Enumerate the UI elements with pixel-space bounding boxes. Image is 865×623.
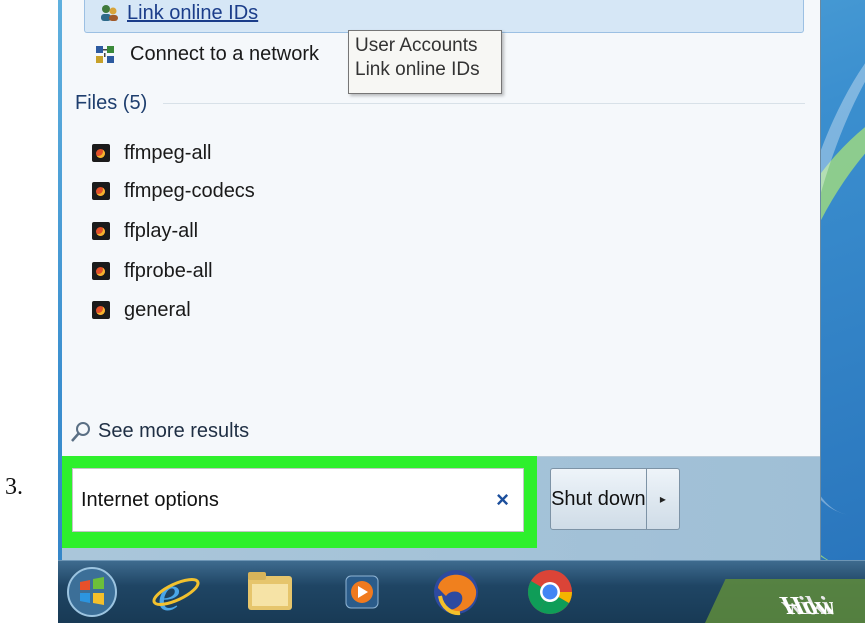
taskbar: e wiki How	[58, 560, 865, 623]
result-link-online-ids[interactable]: Link online IDs	[84, 0, 804, 33]
firefox-icon[interactable]	[430, 566, 482, 618]
media-player-icon[interactable]	[336, 566, 388, 618]
result-link-online-ids-label: Link online IDs	[127, 2, 259, 24]
file-result-label: ffmpeg-all	[124, 141, 212, 164]
file-result-item[interactable]: ffprobe-all	[92, 256, 213, 286]
tooltip: User Accounts Link online IDs	[348, 30, 502, 94]
files-section-header: Files (5)	[75, 92, 805, 115]
wikihow-watermark: wiki How	[705, 579, 865, 623]
file-result-label: ffplay-all	[124, 219, 199, 242]
file-result-item[interactable]: ffmpeg-all	[92, 138, 211, 168]
file-result-label: ffmpeg-codecs	[124, 179, 255, 202]
see-more-results-label: See more results	[98, 420, 250, 442]
result-connect-network[interactable]: Connect to a network	[94, 39, 319, 69]
ffmpeg-file-icon	[92, 182, 110, 200]
result-connect-network-label: Connect to a network	[130, 42, 319, 65]
network-icon	[96, 46, 114, 63]
magnifier-icon	[71, 421, 90, 442]
file-result-item[interactable]: ffplay-all	[92, 216, 198, 246]
file-result-label: general	[124, 298, 191, 321]
tooltip-line-1: User Accounts	[355, 35, 478, 56]
shutdown-control: Shut down ▸	[550, 468, 680, 532]
file-result-label: ffprobe-all	[124, 259, 213, 282]
shutdown-button[interactable]: Shut down	[550, 468, 647, 530]
search-results-pane: Link online IDs Connect to a network Use…	[62, 0, 820, 457]
chrome-icon[interactable]	[524, 566, 576, 618]
shutdown-options-arrow-icon[interactable]: ▸	[646, 468, 680, 530]
tooltip-line-2: Link online IDs	[355, 59, 480, 80]
ffmpeg-file-icon	[92, 144, 110, 162]
see-more-results-link[interactable]: See more results	[70, 420, 249, 443]
search-input[interactable]: Internet options ×	[72, 468, 524, 532]
file-result-item[interactable]: ffmpeg-codecs	[92, 176, 255, 206]
ffmpeg-file-icon	[92, 301, 110, 319]
search-highlight-frame: Internet options ×	[62, 456, 537, 548]
user-accounts-icon	[101, 5, 118, 21]
watermark-how: How	[775, 591, 842, 620]
clear-search-icon[interactable]: ×	[496, 487, 509, 513]
internet-explorer-icon[interactable]: e	[150, 566, 202, 618]
ffmpeg-file-icon	[92, 222, 110, 240]
search-input-value: Internet options	[81, 489, 219, 511]
file-result-item[interactable]: general	[92, 295, 191, 325]
ffmpeg-file-icon	[92, 262, 110, 280]
file-explorer-icon[interactable]	[244, 566, 296, 618]
step-number: 3.	[5, 474, 23, 500]
start-menu: Link online IDs Connect to a network Use…	[62, 0, 821, 560]
section-divider	[163, 103, 805, 104]
start-orb-icon[interactable]	[66, 566, 118, 618]
files-header-label: Files (5)	[75, 92, 148, 114]
